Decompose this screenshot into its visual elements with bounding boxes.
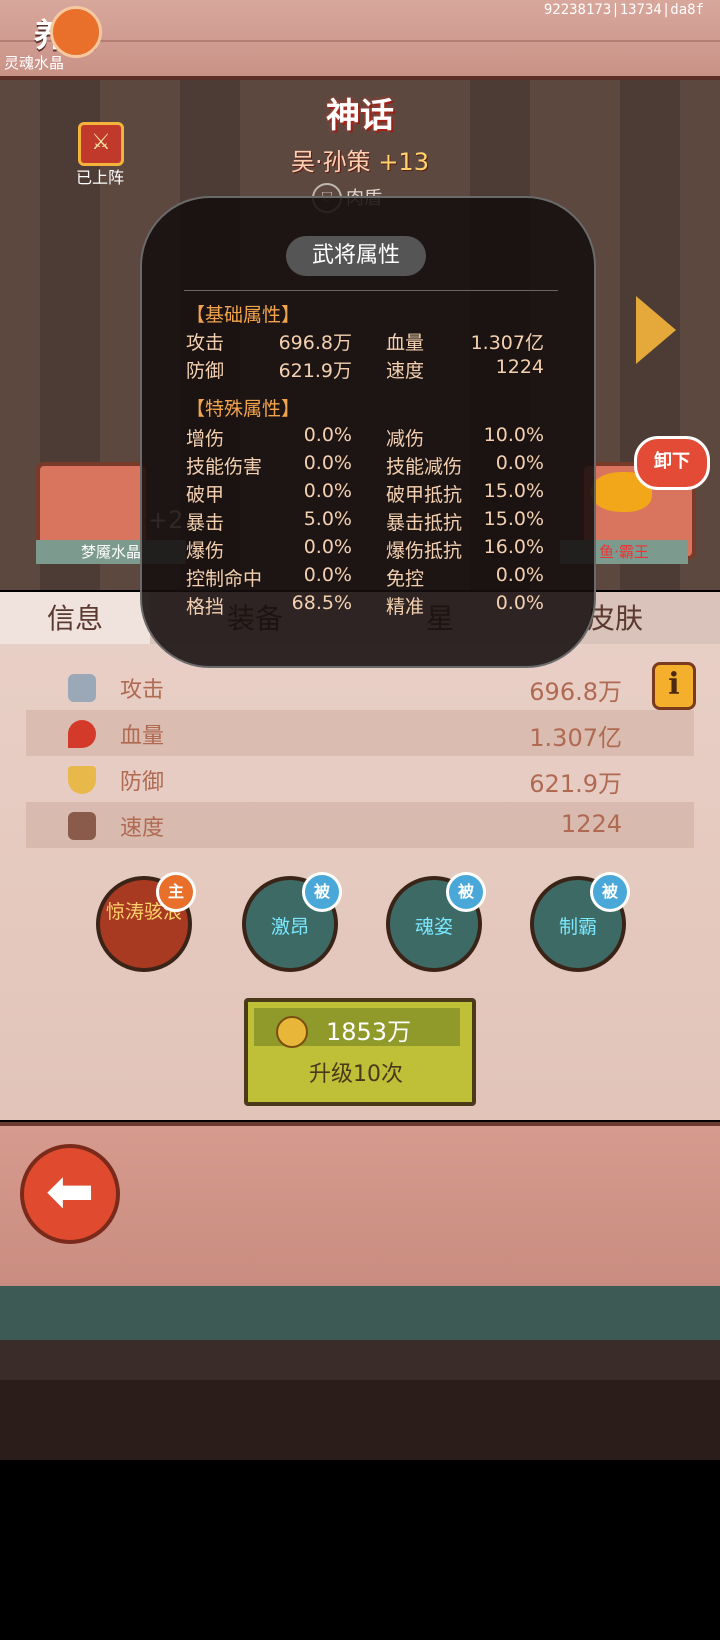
background-strip — [0, 1340, 720, 1380]
attr-key: 减伤 — [386, 428, 425, 450]
skill-label: 激昂 — [270, 916, 309, 938]
stat-value: 1.307亿 — [529, 724, 622, 752]
background-strip — [0, 1286, 720, 1340]
hero-name: 吴·孙策 +13 — [260, 142, 460, 177]
skill-badge: 被 — [446, 872, 486, 912]
wood-plank-line — [0, 40, 720, 42]
basic-section-title: 【基础属性】 — [186, 304, 301, 326]
crossed-swords-icon: ⚔ — [78, 122, 124, 166]
attr-value: 696.8万 — [278, 332, 352, 354]
attr-key: 增伤 — [186, 428, 225, 450]
attr-value: 0.0% — [303, 536, 352, 558]
soul-crystal-icon — [50, 6, 102, 58]
skill-label: 魂姿 — [414, 916, 453, 938]
popup-divider — [184, 290, 558, 291]
rarity-banner: 神话 — [290, 88, 430, 138]
stat-label: 血量 — [120, 724, 165, 749]
stat-row-hp: 血量 1.307亿 — [26, 710, 694, 756]
coin-icon — [276, 1016, 308, 1048]
attr-value: 16.0% — [483, 536, 544, 558]
attr-value: 0.0% — [495, 452, 544, 474]
attr-value: 15.0% — [483, 508, 544, 530]
background-bottom — [0, 1380, 720, 1460]
stat-row-defense: 防御 621.9万 — [26, 756, 694, 802]
hero-name-text: 吴·孙策 — [291, 148, 371, 176]
shield-icon — [68, 766, 96, 794]
next-hero-arrow-icon[interactable] — [636, 296, 676, 364]
rarity-label: 神话 — [326, 96, 394, 136]
attr-key: 控制命中 — [186, 568, 263, 590]
stat-row-attack: 攻击 696.8万 — [26, 664, 694, 710]
attr-key: 技能伤害 — [186, 456, 263, 478]
attr-value: 0.0% — [303, 424, 352, 446]
skill-main[interactable]: 惊涛骇浪 主 — [96, 872, 196, 972]
skill-passive-1[interactable]: 激昂 被 — [242, 872, 342, 972]
info-icon[interactable]: i — [652, 662, 696, 710]
attr-value: 68.5% — [291, 592, 352, 614]
wing-boot-icon — [68, 812, 96, 840]
attr-value: 0.0% — [495, 592, 544, 614]
stat-label: 速度 — [120, 816, 165, 841]
skill-passive-3[interactable]: 制霸 被 — [530, 872, 630, 972]
sword-icon — [68, 674, 96, 702]
left-item-name: 灵魂水晶 — [4, 54, 65, 72]
skill-badge: 被 — [302, 872, 342, 912]
stat-value: 621.9万 — [529, 770, 622, 798]
skill-badge: 被 — [590, 872, 630, 912]
attr-key: 爆伤 — [186, 540, 225, 562]
unequip-button[interactable]: 卸下 — [634, 436, 710, 490]
tab-info[interactable]: 信息 — [0, 592, 150, 646]
deployed-label: 已上阵 — [75, 168, 124, 187]
attr-value: 0.0% — [495, 564, 544, 586]
blood-drop-icon — [68, 720, 96, 748]
attr-value: 621.9万 — [278, 360, 352, 382]
attr-value: 0.0% — [303, 452, 352, 474]
popup-title: 武将属性 — [286, 236, 426, 276]
stat-label: 防御 — [120, 770, 165, 795]
attr-key: 免控 — [386, 568, 425, 590]
attr-value: 1.307亿 — [470, 332, 544, 354]
skill-label: 制霸 — [558, 916, 597, 938]
attr-key: 格挡 — [186, 596, 225, 618]
skill-passive-2[interactable]: 魂姿 被 — [386, 872, 486, 972]
attr-key: 速度 — [386, 360, 425, 382]
debug-id-text: 92238173|13734|da8f — [543, 2, 704, 18]
upgrade-cost-row: 1853万 — [254, 1008, 460, 1048]
attr-key: 血量 — [386, 332, 425, 354]
hero-level-plus: +13 — [378, 148, 429, 176]
attr-key: 防御 — [186, 360, 225, 382]
attr-value: 5.0% — [303, 508, 352, 530]
attr-value: 10.0% — [483, 424, 544, 446]
stat-label: 攻击 — [120, 678, 165, 703]
upgrade-button[interactable]: 1853万 升级10次 — [244, 998, 476, 1106]
skill-badge: 主 — [156, 872, 196, 912]
attr-key: 攻击 — [186, 332, 225, 354]
attr-key: 破甲 — [186, 484, 225, 506]
attr-value: 0.0% — [303, 480, 352, 502]
special-section-title: 【特殊属性】 — [186, 398, 301, 420]
back-arrow-icon[interactable]: ⬅ — [20, 1144, 120, 1244]
attribute-popup: 武将属性 【基础属性】 攻击 696.8万 血量 1.307亿 防御 621.9… — [140, 196, 596, 668]
attr-key: 精准 — [386, 596, 425, 618]
attr-value: 0.0% — [303, 564, 352, 586]
stat-value: 696.8万 — [529, 678, 622, 706]
attr-value: 1224 — [495, 356, 544, 378]
attr-key: 暴击 — [186, 512, 225, 534]
stat-row-speed: 速度 1224 — [26, 802, 694, 848]
upgrade-cost: 1853万 — [326, 1018, 412, 1046]
attr-value: 15.0% — [483, 480, 544, 502]
stat-value: 1224 — [560, 810, 622, 838]
upgrade-label: 升级10次 — [309, 1062, 403, 1087]
